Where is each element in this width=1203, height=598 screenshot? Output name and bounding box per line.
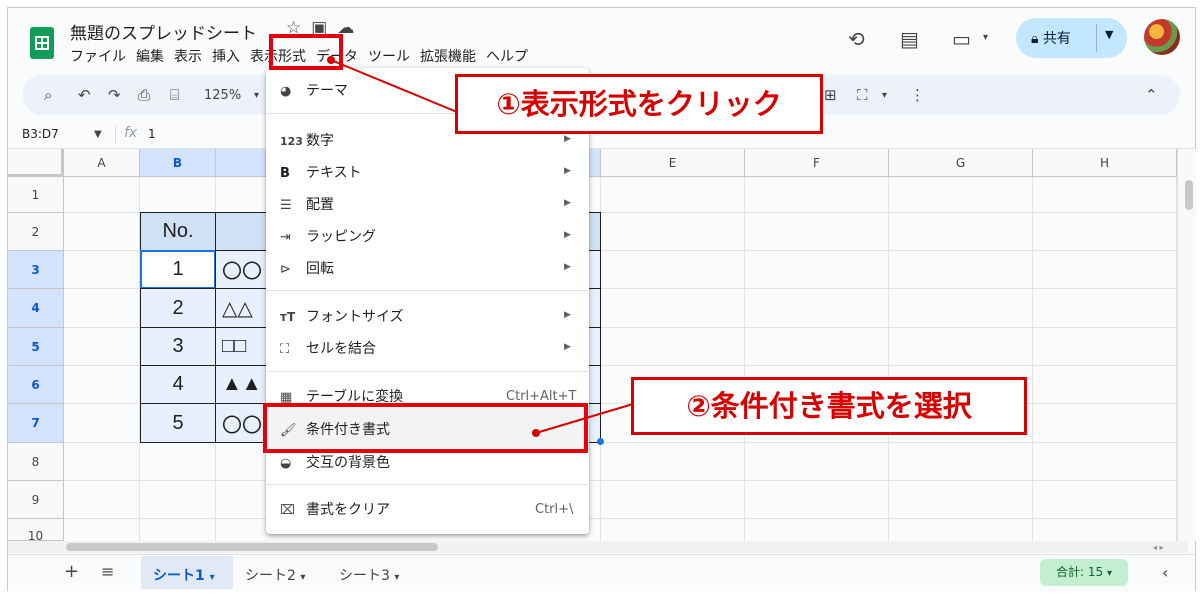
sheet-tab-label: シート1 [153, 568, 205, 584]
side-panel-toggle-icon[interactable]: ‹ [1162, 563, 1168, 582]
annotation-step1: ①表示形式をクリック [455, 74, 823, 134]
sheet-tab-caret-icon[interactable]: ▾ [394, 572, 399, 583]
sheet-tab-2[interactable]: シート2 ▾ [245, 565, 305, 585]
annotation-line-1 [330, 59, 458, 113]
sum-caret-icon: ▾ [1106, 568, 1112, 579]
sheet-tab-1[interactable]: シート1 ▾ [153, 565, 215, 585]
sheet-tab-caret-icon[interactable]: ▾ [300, 572, 305, 583]
add-sheet-icon[interactable]: + [64, 561, 79, 582]
sheet-tab-label: シート2 [245, 568, 296, 584]
sheet-tab-3[interactable]: シート3 ▾ [339, 565, 399, 585]
sum-indicator[interactable]: 合計: 15 ▾ [1040, 559, 1128, 586]
annotation-dot-1 [327, 56, 335, 64]
annotation-step2: ②条件付き書式を選択 [631, 377, 1027, 435]
sheet-tab-label: シート3 [339, 568, 390, 584]
horizontal-scroll-thumb[interactable] [66, 543, 438, 551]
annotation-line-2 [535, 403, 634, 434]
sum-label: 合計: 15 [1056, 565, 1104, 579]
scroll-arrows-icon[interactable]: ◂ ▸ [1153, 543, 1164, 552]
sheet-tab-caret-icon[interactable]: ▾ [210, 572, 215, 583]
annotation-dot-2 [532, 429, 540, 437]
all-sheets-icon[interactable]: ≡ [101, 562, 114, 581]
